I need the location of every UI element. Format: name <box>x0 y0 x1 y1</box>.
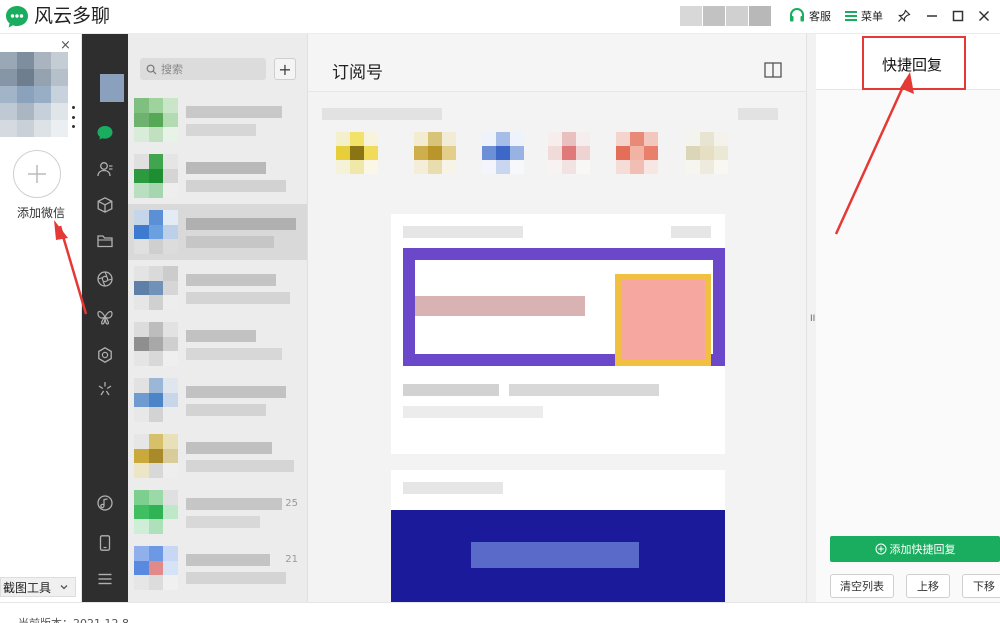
chat-time: 21 <box>285 554 298 565</box>
chat-list-item[interactable] <box>128 260 307 316</box>
close-window-button[interactable] <box>974 6 994 26</box>
settings-gear-icon[interactable] <box>94 344 116 366</box>
more-menu-icon[interactable] <box>94 568 116 590</box>
article-card[interactable] <box>391 470 725 602</box>
hamburger-menu-icon <box>845 11 857 21</box>
splitter-grip: II <box>810 314 816 324</box>
chat-list-item[interactable] <box>128 372 307 428</box>
close-account-button[interactable]: × <box>60 38 71 53</box>
mini-program-nav-icon[interactable] <box>94 378 116 400</box>
search-placeholder: 搜索 <box>161 63 183 76</box>
account-more-button[interactable] <box>70 106 76 128</box>
folder-nav-icon[interactable] <box>94 230 116 252</box>
pin-button[interactable] <box>894 6 914 26</box>
chat-time: 25 <box>285 498 298 509</box>
subscription-header: 订阅号 <box>308 34 806 92</box>
plus-circle-icon <box>875 543 886 555</box>
account-avatar[interactable] <box>0 52 68 152</box>
subscription-pane: 订阅号 <box>308 34 806 602</box>
minimize-button[interactable] <box>922 6 942 26</box>
plus-icon <box>28 165 46 183</box>
chat-list-item[interactable] <box>128 92 307 148</box>
chat-list-item[interactable] <box>128 316 307 372</box>
menu-label: 菜单 <box>861 10 883 23</box>
customer-service-label: 客服 <box>809 10 831 23</box>
chevron-down-icon <box>60 585 68 590</box>
article-cover-image <box>391 510 725 602</box>
subscription-account-avatar[interactable] <box>482 132 524 174</box>
app-title: 风云多聊 <box>34 5 111 27</box>
page-title: 订阅号 <box>332 63 383 83</box>
annotation-highlight-box <box>862 36 966 90</box>
music-nav-icon[interactable] <box>94 492 116 514</box>
chat-list-item[interactable]: 21 <box>128 540 307 596</box>
add-quick-reply-label: 添加快捷回复 <box>889 543 956 556</box>
chat-list-item[interactable]: 25 <box>128 484 307 540</box>
version-text: 当前版本：2021.12.8 <box>18 615 129 623</box>
capture-tool-dropdown[interactable]: 截图工具 <box>0 577 76 597</box>
account-panel: × 添加微信 截图工具 <box>0 34 82 602</box>
blurred-user-name <box>680 6 776 26</box>
chat-nav-icon[interactable] <box>94 122 116 144</box>
move-up-button[interactable]: 上移 <box>906 574 950 598</box>
app-logo-icon <box>6 6 28 28</box>
aperture-nav-icon[interactable] <box>94 268 116 290</box>
app-window: 风云多聊 客服 菜单 × 添加微信 截图工具 搜索 + 25 21 订阅号 II… <box>0 0 1000 623</box>
move-down-button[interactable]: 下移 <box>962 574 1000 598</box>
phone-nav-icon[interactable] <box>94 532 116 554</box>
close-icon <box>978 10 990 22</box>
subscription-account-avatar[interactable] <box>336 132 378 174</box>
chat-list-item[interactable] <box>128 428 307 484</box>
chat-list: 搜索 + 25 21 <box>128 34 308 602</box>
customer-service-button[interactable]: 客服 <box>788 6 831 26</box>
search-input[interactable]: 搜索 <box>140 58 266 80</box>
quick-reply-header: 快捷回复 <box>816 34 1000 90</box>
minimize-icon <box>927 15 937 17</box>
add-account-button[interactable] <box>13 150 61 198</box>
chat-list-item[interactable] <box>128 148 307 204</box>
add-account-label[interactable]: 添加微信 <box>0 204 82 221</box>
quick-reply-panel: 快捷回复 添加快捷回复 清空列表 上移 下移 <box>816 34 1000 602</box>
status-bar: 当前版本：2021.12.8 <box>0 602 1000 623</box>
subscription-account-avatar[interactable] <box>616 132 658 174</box>
article-cover-image <box>403 248 725 366</box>
chat-list-item-selected[interactable] <box>128 204 307 260</box>
pane-splitter[interactable]: II <box>806 34 816 602</box>
capture-tool-label: 截图工具 <box>3 580 52 595</box>
subscription-account-strip <box>308 94 806 194</box>
subscription-account-avatar[interactable] <box>686 132 728 174</box>
article-card[interactable] <box>391 214 725 454</box>
box-nav-icon[interactable] <box>94 194 116 216</box>
title-bar: 风云多聊 客服 菜单 <box>0 0 1000 34</box>
clear-list-button[interactable]: 清空列表 <box>830 574 894 598</box>
add-chat-button[interactable]: + <box>274 58 296 80</box>
subscription-account-avatar[interactable] <box>548 132 590 174</box>
profile-avatar[interactable] <box>100 74 124 102</box>
contacts-nav-icon[interactable] <box>94 158 116 180</box>
subscription-account-avatar[interactable] <box>414 132 456 174</box>
butterfly-nav-icon[interactable] <box>94 306 116 328</box>
search-icon <box>146 64 157 74</box>
side-panel-toggle-icon[interactable] <box>764 62 782 78</box>
nav-sidebar <box>82 34 128 602</box>
pin-icon <box>898 9 911 22</box>
headset-icon <box>790 8 804 22</box>
add-quick-reply-button[interactable]: 添加快捷回复 <box>830 536 1000 562</box>
menu-button[interactable]: 菜单 <box>844 6 883 26</box>
maximize-icon <box>952 10 964 22</box>
maximize-button[interactable] <box>948 6 968 26</box>
